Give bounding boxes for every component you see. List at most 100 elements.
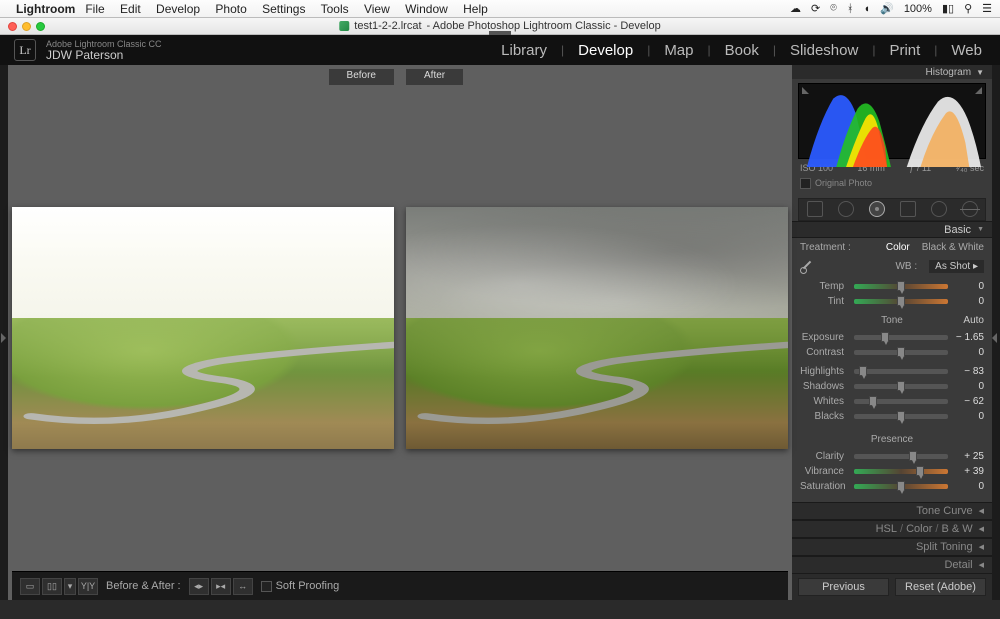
after-image[interactable] xyxy=(406,85,788,571)
module-web[interactable]: Web xyxy=(947,40,986,61)
menubar-sync-icon[interactable]: ⟳ xyxy=(811,2,820,15)
menu-file[interactable]: File xyxy=(85,2,104,16)
histogram[interactable] xyxy=(798,83,986,159)
menubar-volume-icon[interactable]: 🔊 xyxy=(880,2,894,15)
module-slideshow[interactable]: Slideshow xyxy=(786,40,862,61)
slider-track[interactable] xyxy=(854,369,948,374)
module-map[interactable]: Map xyxy=(660,40,697,61)
menubar-battery-pct[interactable]: 100% xyxy=(904,3,932,15)
original-photo-toggle[interactable]: Original Photo xyxy=(792,175,992,194)
slider-track[interactable] xyxy=(854,399,948,404)
split-toning-panel-header[interactable]: Split Toning◀ xyxy=(792,538,992,556)
ba-copy-after-button[interactable]: ▸◂ xyxy=(211,578,231,595)
slider-contrast[interactable]: Contrast0 xyxy=(800,345,984,360)
tone-curve-panel-header[interactable]: Tone Curve◀ xyxy=(792,502,992,520)
histogram-header[interactable]: Histogram▼ xyxy=(792,65,992,79)
module-develop[interactable]: Develop xyxy=(574,40,637,61)
window-close-button[interactable] xyxy=(8,22,17,31)
module-print[interactable]: Print xyxy=(885,40,924,61)
slider-thumb[interactable] xyxy=(897,296,905,306)
slider-track[interactable] xyxy=(854,469,948,474)
slider-track[interactable] xyxy=(854,335,948,340)
reset-button[interactable]: Reset (Adobe) xyxy=(895,578,986,596)
menu-window[interactable]: Window xyxy=(405,2,448,16)
radial-filter-tool[interactable] xyxy=(931,201,947,217)
slider-track[interactable] xyxy=(854,454,948,459)
menu-help[interactable]: Help xyxy=(463,2,488,16)
view-mode-dropdown-icon[interactable]: ▾ xyxy=(64,578,76,595)
previous-button[interactable]: Previous xyxy=(798,578,889,596)
graduated-filter-tool[interactable] xyxy=(900,201,916,217)
menubar-cloud-icon[interactable]: ☁︎ xyxy=(790,2,801,15)
slider-whites[interactable]: Whites− 62 xyxy=(800,394,984,409)
menu-develop[interactable]: Develop xyxy=(156,2,200,16)
slider-shadows[interactable]: Shadows0 xyxy=(800,379,984,394)
menu-tools[interactable]: Tools xyxy=(321,2,349,16)
slider-thumb[interactable] xyxy=(897,481,905,491)
slider-track[interactable] xyxy=(854,350,948,355)
slider-clarity[interactable]: Clarity+ 25 xyxy=(800,449,984,464)
slider-value: 0 xyxy=(952,347,984,358)
module-book[interactable]: Book xyxy=(721,40,763,61)
basic-panel-header[interactable]: Basic▼ xyxy=(792,221,992,239)
view-mode-loupe-button[interactable]: ▭ xyxy=(20,578,40,595)
menubar-bluetooth-icon[interactable]: ᚼ xyxy=(847,3,854,15)
view-mode-split-button[interactable]: ▯▯ xyxy=(42,578,62,595)
redeye-tool[interactable] xyxy=(869,201,885,217)
hsl-panel-header[interactable]: HSL/Color/B & W◀ xyxy=(792,520,992,538)
menu-photo[interactable]: Photo xyxy=(215,2,246,16)
auto-tone-button[interactable]: Auto xyxy=(963,315,984,326)
slider-thumb[interactable] xyxy=(916,466,924,476)
menu-edit[interactable]: Edit xyxy=(120,2,141,16)
right-panel-collapse-icon[interactable] xyxy=(992,333,997,343)
menu-view[interactable]: View xyxy=(364,2,390,16)
slider-thumb[interactable] xyxy=(909,451,917,461)
slider-saturation[interactable]: Saturation0 xyxy=(800,479,984,494)
treatment-color[interactable]: Color xyxy=(886,242,910,253)
view-mode-before-after-button[interactable]: Y|Y xyxy=(78,578,98,595)
menu-settings[interactable]: Settings xyxy=(262,2,305,16)
ba-copy-before-button[interactable]: ◂▸ xyxy=(189,578,209,595)
wb-eyedropper-icon[interactable] xyxy=(800,259,814,273)
menubar-shield-icon[interactable]: ⌾ xyxy=(830,2,837,15)
treatment-bw[interactable]: Black & White xyxy=(922,242,984,253)
slider-exposure[interactable]: Exposure− 1.65 xyxy=(800,330,984,345)
slider-temp[interactable]: Temp0 xyxy=(800,279,984,294)
slider-track[interactable] xyxy=(854,384,948,389)
slider-tint[interactable]: Tint0 xyxy=(800,294,984,309)
left-panel-expand-icon[interactable] xyxy=(1,333,6,343)
slider-thumb[interactable] xyxy=(897,411,905,421)
menubar-controls-icon[interactable]: ☰ xyxy=(982,2,992,15)
module-library[interactable]: Library xyxy=(497,40,551,61)
before-image[interactable] xyxy=(12,85,394,571)
menubar-spotlight-icon[interactable]: ⚲ xyxy=(964,2,972,15)
panel-collapse-tab-top[interactable] xyxy=(489,31,511,35)
app-menu-name[interactable]: Lightroom xyxy=(16,2,75,16)
wb-preset-dropdown[interactable]: As Shot ▸ xyxy=(929,260,984,273)
crop-tool[interactable] xyxy=(807,201,823,217)
window-minimize-button[interactable] xyxy=(22,22,31,31)
slider-thumb[interactable] xyxy=(897,281,905,291)
slider-highlights[interactable]: Highlights− 83 xyxy=(800,364,984,379)
slider-thumb[interactable] xyxy=(869,396,877,406)
slider-thumb[interactable] xyxy=(859,366,867,376)
slider-track[interactable] xyxy=(854,414,948,419)
slider-blacks[interactable]: Blacks0 xyxy=(800,409,984,424)
spot-removal-tool[interactable] xyxy=(838,201,854,217)
slider-vibrance[interactable]: Vibrance+ 39 xyxy=(800,464,984,479)
menubar-battery-icon[interactable]: ▮▯ xyxy=(942,2,954,15)
right-panel-edge[interactable] xyxy=(992,65,1000,600)
slider-track[interactable] xyxy=(854,299,948,304)
detail-panel-header[interactable]: Detail◀ xyxy=(792,556,992,574)
slider-thumb[interactable] xyxy=(897,347,905,357)
slider-thumb[interactable] xyxy=(881,332,889,342)
left-panel-collapsed[interactable] xyxy=(0,65,8,600)
adjustment-brush-tool[interactable] xyxy=(962,201,978,217)
ba-swap-button[interactable]: ↔ xyxy=(233,578,253,595)
menubar-wifi-icon[interactable]: ◖ xyxy=(863,3,870,15)
slider-track[interactable] xyxy=(854,284,948,289)
soft-proofing-checkbox[interactable]: Soft Proofing xyxy=(261,580,340,592)
slider-track[interactable] xyxy=(854,484,948,489)
window-zoom-button[interactable] xyxy=(36,22,45,31)
slider-thumb[interactable] xyxy=(897,381,905,391)
